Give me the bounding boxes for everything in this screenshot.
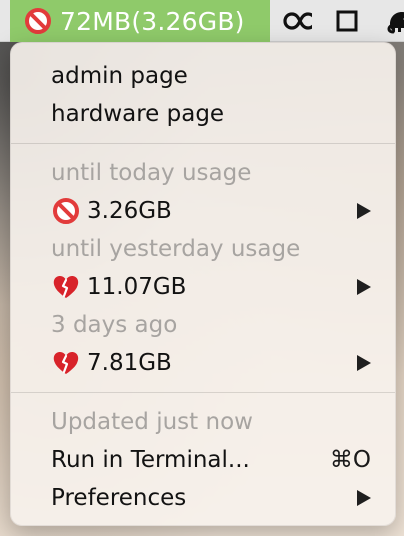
submenu-arrow-icon [357,479,371,517]
status-menu-items: admin page hardware page until today usa… [11,43,395,517]
menubar: 72MB(3.26GB) [0,0,404,42]
menu-item-until-yesterday-usage[interactable]: 11.07GB [11,268,395,306]
broken-heart-icon [51,272,81,302]
menu-item-label: admin page [51,63,188,89]
menu-header-until-today: until today usage [11,154,395,192]
prohibited-icon [51,196,81,226]
menu-item-admin-page[interactable]: admin page [11,57,395,95]
usage-value: 3.26GB [87,198,172,224]
menu-status-label: Updated just now [51,409,253,435]
infinity-icon[interactable] [278,7,312,35]
submenu-arrow-icon [357,344,371,382]
menu-header-label: 3 days ago [51,312,178,338]
keyboard-shortcut: ⌘O [329,447,371,473]
menu-header-until-yesterday: until yesterday usage [11,230,395,268]
status-menu: admin page hardware page until today usa… [10,42,396,526]
menu-header-label: until yesterday usage [51,236,301,262]
menu-item-hardware-page[interactable]: hardware page [11,95,395,133]
menu-separator [11,392,395,393]
menu-header-three-days-ago: 3 days ago [11,306,395,344]
usage-value: 7.81GB [87,350,172,376]
submenu-arrow-icon [357,268,371,306]
menu-item-run-in-terminal[interactable]: Run in Terminal... ⌘O [11,441,395,479]
menu-separator [11,143,395,144]
menu-item-updated-status: Updated just now [11,403,395,441]
menubar-icons [278,0,404,42]
menu-item-preferences[interactable]: Preferences [11,479,395,517]
menu-item-until-today-usage[interactable]: 3.26GB [11,192,395,230]
menu-item-three-days-usage[interactable]: 7.81GB [11,344,395,382]
menu-item-label: Run in Terminal... [51,447,250,473]
status-text: 72MB(3.26GB) [60,6,245,36]
elephant-icon[interactable] [382,7,404,35]
square-icon[interactable] [330,7,364,35]
status-item-data-usage[interactable]: 72MB(3.26GB) [10,0,270,42]
menu-header-label: until today usage [51,160,252,186]
broken-heart-icon [51,348,81,378]
menu-item-label: Preferences [51,485,187,511]
prohibited-icon [24,7,52,35]
submenu-arrow-icon [357,192,371,230]
menu-item-label: hardware page [51,101,225,127]
usage-value: 11.07GB [87,274,187,300]
